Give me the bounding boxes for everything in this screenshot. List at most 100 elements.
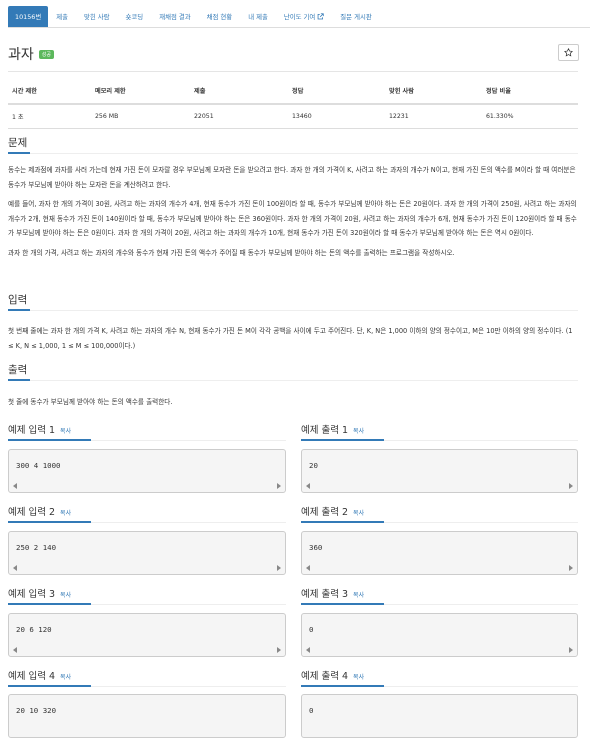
sample-output-label: 예제 출력 2 bbox=[301, 507, 349, 518]
sample-accent bbox=[301, 603, 384, 605]
copy-button[interactable]: 복사 bbox=[353, 672, 364, 681]
output-description: 첫 줄에 동수가 부모님께 받아야 하는 돈의 액수를 출력한다. bbox=[8, 398, 173, 406]
sample-input-text: 250 2 140 bbox=[16, 543, 57, 552]
sample-output-text: 0 bbox=[309, 706, 314, 715]
scroll-right-icon[interactable] bbox=[569, 565, 573, 571]
tab-difficulty-contribution[interactable]: 난이도 기여 bbox=[276, 6, 332, 27]
section-accent bbox=[8, 379, 30, 381]
horizontal-scrollbar[interactable] bbox=[10, 562, 284, 573]
horizontal-scrollbar[interactable] bbox=[10, 644, 284, 655]
tab-short-coding[interactable]: 숏코딩 bbox=[118, 6, 152, 27]
description-paragraph: 과자 한 개의 가격, 사려고 하는 과자의 개수와 동수가 현재 가진 돈의 … bbox=[8, 248, 455, 257]
scroll-left-icon[interactable] bbox=[306, 647, 310, 653]
sample-input-title: 예제 입력 2 복사 bbox=[8, 504, 71, 518]
sample-output-title: 예제 출력 2 복사 bbox=[301, 504, 364, 518]
copy-button[interactable]: 복사 bbox=[60, 590, 71, 599]
header-submissions: 제출 bbox=[190, 82, 288, 105]
sample-output-box[interactable]: 360 bbox=[301, 531, 578, 575]
section-divider bbox=[8, 380, 578, 381]
sample-input-title: 예제 입력 1 복사 bbox=[8, 422, 71, 436]
header-time-limit: 시간 제한 bbox=[8, 82, 91, 105]
sample-output-title: 예제 출력 3 복사 bbox=[301, 586, 364, 600]
scroll-right-icon[interactable] bbox=[277, 565, 281, 571]
header-solvers: 맞힌 사람 bbox=[385, 82, 482, 105]
tab-submit[interactable]: 제출 bbox=[48, 6, 76, 27]
copy-button[interactable]: 복사 bbox=[60, 426, 71, 435]
scroll-left-icon[interactable] bbox=[306, 483, 310, 489]
scroll-right-icon[interactable] bbox=[277, 647, 281, 653]
tab-my-submissions[interactable]: 내 제출 bbox=[240, 6, 276, 27]
sample-output-text: 0 bbox=[309, 625, 314, 634]
section-divider bbox=[8, 153, 578, 154]
header-memory-limit: 메모리 제한 bbox=[91, 82, 190, 105]
description-paragraph: 예를 들어, 과자 한 개의 가격이 30원, 사려고 하는 과자의 개수가 4… bbox=[8, 200, 577, 238]
section-divider bbox=[8, 310, 578, 311]
scroll-right-icon[interactable] bbox=[277, 483, 281, 489]
sample-output-title: 예제 출력 1 복사 bbox=[301, 422, 364, 436]
info-header-row: 시간 제한 메모리 제한 제출 정답 맞힌 사람 정답 비율 bbox=[8, 82, 578, 105]
scroll-left-icon[interactable] bbox=[13, 483, 17, 489]
favorite-button[interactable] bbox=[558, 44, 579, 61]
tab-problem[interactable]: 10156번 bbox=[8, 6, 49, 27]
description-paragraph: 동수는 제과점에 과자를 사러 가는데 현재 가진 돈이 모자랄 경우 부모님께… bbox=[8, 166, 576, 189]
tab-difficulty-label: 난이도 기여 bbox=[283, 13, 316, 21]
tab-rejudge-results[interactable]: 재채점 결과 bbox=[151, 6, 198, 27]
problem-title-row: 과자 성공 bbox=[8, 44, 54, 64]
copy-button[interactable]: 복사 bbox=[60, 508, 71, 517]
value-time-limit: 1 초 bbox=[8, 104, 91, 129]
sample-accent bbox=[301, 439, 384, 441]
horizontal-scrollbar[interactable] bbox=[303, 480, 576, 491]
sample-output-box[interactable]: 0 bbox=[301, 613, 578, 657]
scroll-left-icon[interactable] bbox=[13, 647, 17, 653]
sample-accent bbox=[8, 685, 91, 687]
page-title: 과자 bbox=[8, 47, 34, 63]
copy-button[interactable]: 복사 bbox=[353, 590, 364, 599]
section-accent bbox=[8, 152, 30, 154]
scroll-left-icon[interactable] bbox=[306, 565, 310, 571]
sample-accent bbox=[8, 603, 91, 605]
info-value-row: 1 초 256 MB 22051 13460 12231 61.330% bbox=[8, 104, 578, 129]
value-submissions: 22051 bbox=[190, 104, 288, 129]
sample-input-box[interactable]: 20 6 120 bbox=[8, 613, 286, 657]
sample-input-text: 300 4 1000 bbox=[16, 461, 61, 470]
header-accept-ratio: 정답 비율 bbox=[482, 82, 578, 105]
header-accepted: 정답 bbox=[288, 82, 385, 105]
horizontal-scrollbar[interactable] bbox=[10, 480, 284, 491]
tab-qna-board[interactable]: 질문 게시판 bbox=[332, 6, 379, 27]
scroll-right-icon[interactable] bbox=[569, 647, 573, 653]
sample-output-label: 예제 출력 1 bbox=[301, 425, 349, 436]
external-link-icon bbox=[317, 13, 324, 20]
scroll-left-icon[interactable] bbox=[13, 565, 17, 571]
tab-solved-users[interactable]: 맞힌 사람 bbox=[76, 6, 118, 27]
input-description: 첫 번째 줄에는 과자 한 개의 가격 K, 사려고 하는 과자의 개수 N, … bbox=[8, 327, 573, 350]
value-accept-ratio: 61.330% bbox=[482, 104, 578, 129]
value-memory-limit: 256 MB bbox=[91, 104, 190, 129]
sample-input-box[interactable]: 300 4 1000 bbox=[8, 449, 286, 493]
sample-accent bbox=[301, 685, 384, 687]
sample-input-box[interactable]: 250 2 140 bbox=[8, 531, 286, 575]
copy-button[interactable]: 복사 bbox=[353, 426, 364, 435]
horizontal-scrollbar[interactable] bbox=[303, 562, 576, 573]
sample-input-label: 예제 입력 3 bbox=[8, 589, 56, 600]
sample-output-box[interactable]: 0 bbox=[301, 694, 578, 738]
sample-input-label: 예제 입력 1 bbox=[8, 425, 56, 436]
tab-judge-status[interactable]: 채점 현황 bbox=[199, 6, 241, 27]
value-accepted: 13460 bbox=[288, 104, 385, 129]
copy-button[interactable]: 복사 bbox=[353, 508, 364, 517]
sample-input-box[interactable]: 20 10 320 bbox=[8, 694, 286, 738]
sample-input-text: 20 10 320 bbox=[16, 706, 57, 715]
sample-output-box[interactable]: 20 bbox=[301, 449, 578, 493]
star-icon bbox=[564, 48, 573, 57]
problem-tab-bar: 10156번 제출 맞힌 사람 숏코딩 재채점 결과 채점 현황 내 제출 난이… bbox=[8, 4, 590, 28]
sample-output-label: 예제 출력 3 bbox=[301, 589, 349, 600]
sample-output-label: 예제 출력 4 bbox=[301, 671, 349, 682]
section-accent bbox=[8, 309, 30, 311]
scroll-right-icon[interactable] bbox=[569, 483, 573, 489]
copy-button[interactable]: 복사 bbox=[60, 672, 71, 681]
section-title-input: 입력 bbox=[8, 294, 28, 306]
section-title-description: 문제 bbox=[8, 137, 28, 149]
problem-info-table: 시간 제한 메모리 제한 제출 정답 맞힌 사람 정답 비율 1 초 256 M… bbox=[8, 82, 578, 129]
sample-accent bbox=[8, 439, 91, 441]
sample-accent bbox=[8, 521, 91, 523]
horizontal-scrollbar[interactable] bbox=[303, 644, 576, 655]
